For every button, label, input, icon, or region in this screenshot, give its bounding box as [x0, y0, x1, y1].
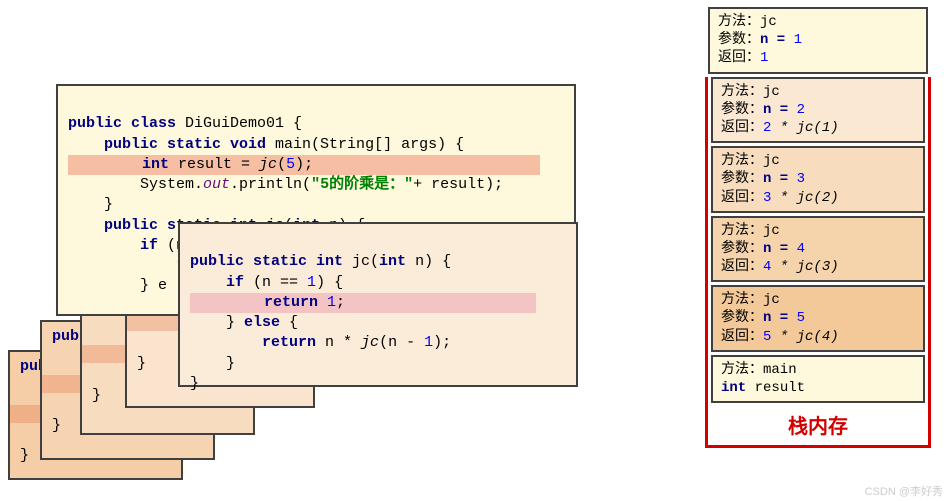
code-text: .println( — [230, 176, 311, 193]
code-keyword: public class — [68, 115, 176, 132]
code-keyword: public static int — [190, 253, 343, 270]
code-text: main(String[] args) { — [266, 136, 464, 153]
code-brace: } — [190, 375, 199, 392]
code-keyword: else — [235, 314, 289, 331]
watermark: CSDN @李好秀 — [865, 483, 943, 499]
code-text: ) { — [316, 274, 343, 291]
code-string: "5的阶乘是：" — [311, 176, 413, 193]
stack-border: 方法：jc 参数：n = 2 返回：2 * jc(1) 方法：jc 参数：n =… — [705, 77, 931, 449]
stack-frame-jc-2: 方法：jc 参数：n = 2 返回：2 * jc(1) — [711, 77, 925, 144]
code-text: jc( — [343, 253, 379, 270]
code-number: 1 — [424, 334, 433, 351]
code-text: (n == — [244, 274, 307, 291]
code-brace: } — [104, 196, 113, 213]
code-text: out — [203, 176, 230, 193]
code-text: ); — [433, 334, 451, 351]
code-keyword: if — [140, 237, 158, 254]
code-text: } e — [140, 277, 167, 294]
code-brace: } — [226, 314, 235, 331]
stack-frame-jc-5: 方法：jc 参数：n = 5 返回：5 * jc(4) — [711, 285, 925, 352]
stack-frame-jc-4: 方法：jc 参数：n = 4 返回：4 * jc(3) — [711, 216, 925, 283]
stack-frame-jc-1: 方法：jc 参数：n = 1 返回：1 — [708, 7, 928, 74]
code-number: 1 — [307, 274, 316, 291]
code-brace: } — [226, 355, 235, 372]
code-text: (n - — [379, 334, 424, 351]
code-text: System. — [140, 176, 203, 193]
stack-title: 栈内存 — [708, 406, 928, 445]
stack-frame-main: 方法：main int result — [711, 355, 925, 403]
code-text: n * — [316, 334, 361, 351]
highlighted-return-line: return 1; — [190, 293, 536, 313]
highlighted-call-line: int result = jc(5); — [68, 155, 540, 175]
stack-frame-jc-3: 方法：jc 参数：n = 3 返回：3 * jc(2) — [711, 146, 925, 213]
code-text: n) { — [406, 253, 451, 270]
code-keyword: return — [262, 334, 316, 351]
call-stack: 方法：jc 参数：n = 1 返回：1 方法：jc 参数：n = 2 返回：2 … — [705, 4, 931, 448]
code-keyword: if — [226, 274, 244, 291]
code-text: + result); — [413, 176, 503, 193]
code-keyword: int — [379, 253, 406, 270]
code-text: DiGuiDemo01 { — [176, 115, 302, 132]
code-fn: jc — [361, 334, 379, 351]
inner-code-panel: public static int jc(int n) { if (n == 1… — [178, 222, 578, 387]
code-brace: { — [289, 314, 298, 331]
code-keyword: public static void — [104, 136, 266, 153]
